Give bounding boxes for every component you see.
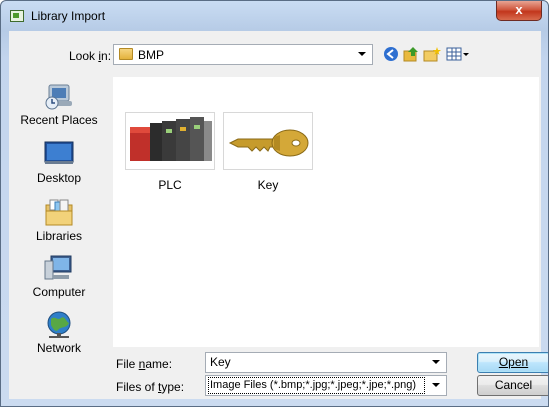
place-label: Network	[36, 341, 81, 355]
app-icon	[10, 10, 24, 22]
view-menu-icon	[446, 47, 469, 61]
chevron-down-icon[interactable]	[432, 360, 440, 364]
place-label: Recent Places	[20, 113, 98, 127]
file-name-input[interactable]	[210, 355, 420, 369]
places-bar: Recent Places Desktop Libraries Computer…	[9, 77, 109, 395]
place-computer[interactable]: Computer	[9, 253, 109, 299]
recent-places-icon	[45, 84, 72, 110]
up-folder-icon	[403, 47, 418, 62]
file-name: PLC	[158, 178, 182, 192]
file-list-view[interactable]: PLC Key	[113, 77, 539, 347]
place-label: Libraries	[35, 229, 83, 243]
title-bar[interactable]: Library Import x	[1, 1, 548, 31]
look-in-value: BMP	[138, 48, 165, 62]
window-title: Library Import	[31, 9, 106, 23]
file-item-key[interactable]: Key	[222, 112, 314, 192]
file-name: Key	[257, 178, 279, 192]
cancel-button[interactable]: Cancel	[477, 375, 548, 396]
place-label: Desktop	[36, 171, 82, 185]
cancel-button-label: Cancel	[494, 378, 533, 392]
file-name-label: File name:	[116, 357, 173, 371]
file-type-value: Image Files (*.bmp;*.jpg;*.jpeg;*.jpe;*.…	[208, 377, 425, 394]
plc-thumbnail	[125, 112, 215, 170]
place-libraries[interactable]: Libraries	[9, 197, 109, 243]
file-item-plc[interactable]: PLC	[124, 112, 216, 192]
close-icon: x	[515, 2, 523, 17]
views-menu-button[interactable]	[445, 44, 471, 64]
desktop-icon	[44, 141, 74, 164]
up-folder-button[interactable]	[401, 44, 421, 64]
close-button[interactable]: x	[496, 1, 542, 21]
place-recent-places[interactable]: Recent Places	[9, 81, 109, 127]
place-network[interactable]: Network	[9, 309, 109, 355]
file-type-select[interactable]: Image Files (*.bmp;*.jpg;*.jpeg;*.jpe;*.…	[205, 375, 447, 396]
open-button-label: Open	[498, 355, 529, 369]
folder-icon	[119, 48, 133, 60]
back-button[interactable]	[381, 44, 401, 64]
new-folder-button[interactable]	[422, 44, 442, 64]
file-name-combo[interactable]	[205, 352, 447, 373]
key-thumbnail	[223, 112, 313, 170]
libraries-icon	[45, 199, 73, 226]
back-arrow-icon	[384, 47, 398, 61]
place-desktop[interactable]: Desktop	[9, 139, 109, 185]
chevron-down-icon[interactable]	[358, 52, 366, 56]
place-label: Computer	[32, 285, 86, 299]
library-import-dialog: Library Import x Look in: BMP Recent Pla…	[0, 0, 549, 407]
open-button[interactable]: Open	[477, 352, 548, 373]
dialog-client-area: Look in: BMP Recent Places Desktop Libra…	[9, 31, 548, 399]
chevron-down-icon[interactable]	[432, 383, 440, 387]
look-in-combo[interactable]: BMP	[113, 44, 373, 65]
computer-icon	[44, 255, 72, 280]
look-in-label: Look in:	[69, 49, 112, 63]
new-folder-icon	[423, 47, 441, 62]
file-type-label: Files of type:	[116, 380, 185, 394]
network-icon	[47, 311, 71, 338]
